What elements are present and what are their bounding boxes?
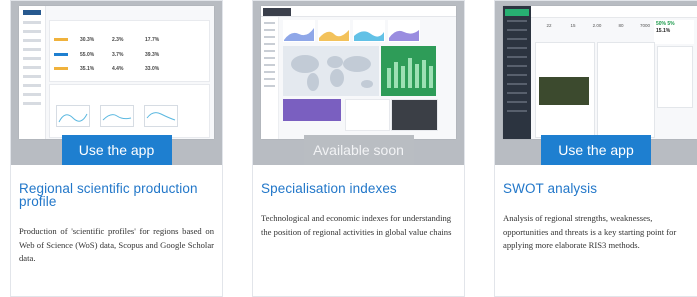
app-screenshot-thumbnail [261, 6, 456, 139]
thumbnail-value: 3.7% [112, 52, 124, 58]
thumbnail-value: 17.7% [145, 37, 160, 43]
app-preview-area: Available soon [253, 1, 464, 165]
thumbnail-kpi-card [318, 20, 350, 42]
card-title[interactable]: Specialisation indexes [261, 182, 458, 196]
thumbnail-kpi-card [388, 20, 420, 42]
card-description: Technological and economic indexes for u… [261, 213, 452, 237]
app-card-specialisation-indexes: Available soon Specialisation indexes Te… [252, 0, 465, 297]
card-description: Production of 'scientific profiles' for … [19, 226, 214, 263]
thumbnail-profile-widget [283, 99, 341, 121]
thumbnail-sparkline [144, 105, 178, 127]
thumbnail-world-map [283, 46, 379, 96]
thumbnail-list-widget [345, 99, 390, 131]
app-screenshot-thumbnail: 30.3% 2.3% 17.7% 55.0% 3.7% 39.3% 35.1% … [19, 6, 214, 139]
thumbnail-value: 30.3% [80, 37, 95, 43]
use-app-button[interactable]: Use the app [61, 135, 172, 165]
thumbnail-sidebar [503, 6, 531, 139]
thumbnail-header [531, 6, 697, 18]
card-title[interactable]: Regional scientific production profile [19, 182, 216, 209]
thumbnail-stat: 2.00 [592, 23, 602, 28]
thumbnail-stat: 22 [546, 23, 552, 28]
thumbnail-ad-line: 15.1% [656, 28, 671, 34]
app-screenshot-thumbnail: 22 15 2.00 80 7000 50% 5% 15.1% [503, 6, 697, 139]
thumbnail-post [535, 42, 595, 138]
thumbnail-side-widget [657, 46, 693, 108]
thumbnail-value: 55.0% [80, 52, 95, 58]
thumbnail-value: 2.3% [112, 37, 124, 43]
thumbnail-tabs [49, 9, 210, 22]
card-title[interactable]: SWOT analysis [503, 182, 691, 196]
app-card-regional-scientific-production: 30.3% 2.3% 17.7% 55.0% 3.7% 39.3% 35.1% … [10, 0, 223, 297]
card-description: Analysis of regional strengths, weakness… [503, 213, 677, 250]
thumbnail-kpi-card [283, 20, 315, 42]
thumbnail-sidebar [261, 17, 279, 139]
app-card-swot-analysis: 22 15 2.00 80 7000 50% 5% 15.1% Use the … [494, 0, 697, 297]
thumbnail-value: 4.4% [112, 66, 124, 72]
thumbnail-kpi-card [353, 20, 385, 42]
thumbnail-bar-widget [381, 46, 436, 96]
thumbnail-sparkline [56, 105, 90, 127]
thumbnail-stat: 80 [618, 23, 624, 28]
thumbnail-value: 39.3% [145, 52, 160, 58]
thumbnail-indicators-panel: 30.3% 2.3% 17.7% 55.0% 3.7% 39.3% 35.1% … [49, 20, 210, 82]
thumbnail-charts-panel [49, 84, 210, 138]
available-soon-button: Available soon [303, 135, 414, 165]
thumbnail-sidebar [19, 6, 46, 139]
thumbnail-photo [539, 77, 589, 105]
app-preview-area: 30.3% 2.3% 17.7% 55.0% 3.7% 39.3% 35.1% … [11, 1, 222, 165]
thumbnail-ad: 50% 5% 15.1% [654, 20, 694, 44]
thumbnail-header [261, 6, 456, 17]
thumbnail-sparkline [100, 105, 134, 127]
thumbnail-photo-widget [391, 99, 438, 131]
app-preview-area: 22 15 2.00 80 7000 50% 5% 15.1% Use the … [495, 1, 697, 165]
thumbnail-stat: 15 [570, 23, 576, 28]
thumbnail-value: 35.1% [80, 66, 95, 72]
thumbnail-value: 33.0% [145, 66, 160, 72]
thumbnail-ad-line: 50% 5% [656, 21, 675, 27]
use-app-button[interactable]: Use the app [541, 135, 651, 165]
thumbnail-post [597, 42, 655, 138]
